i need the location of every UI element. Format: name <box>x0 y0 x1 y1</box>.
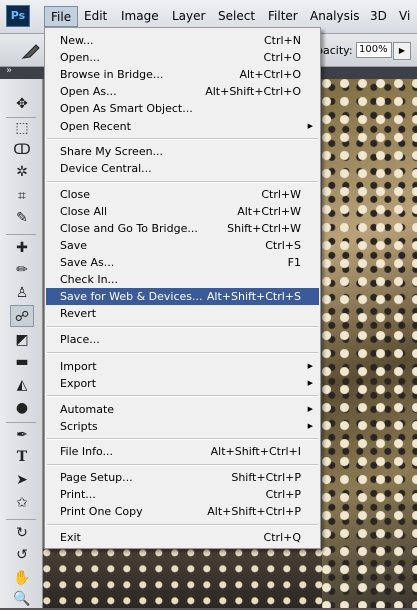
dodge-icon[interactable]: ● <box>10 397 34 419</box>
eraser-icon[interactable]: ◩ <box>10 329 34 351</box>
3d-orbit-icon[interactable]: ↺ <box>10 544 34 566</box>
document-image-lower <box>42 548 322 608</box>
magic-wand-icon[interactable]: ✲ <box>10 161 34 183</box>
clone-stamp-icon[interactable]: ♙ <box>10 282 34 304</box>
opacity-label: pacity: <box>316 44 353 57</box>
menu-separator <box>47 464 318 466</box>
menu-item-check-in[interactable]: Check In... <box>46 271 319 288</box>
type-icon[interactable]: T <box>10 446 34 468</box>
menu-item-file-info[interactable]: File Info... Alt+Shift+Ctrl+I <box>46 443 319 460</box>
submenu-arrow-icon: ▶ <box>307 422 313 430</box>
menu-item-print-one-copy[interactable]: Print One Copy Alt+Shift+Ctrl+P <box>46 503 319 520</box>
menu-item-open-as-smart-object[interactable]: Open As Smart Object... <box>46 100 319 117</box>
pen-icon[interactable]: ✒ <box>10 424 34 446</box>
menu-file[interactable]: File <box>44 6 79 27</box>
menu-item-open[interactable]: Open... Ctrl+O <box>46 49 319 66</box>
history-brush-icon[interactable]: ☍ <box>10 305 34 327</box>
shape-icon[interactable]: ✩ <box>10 492 34 514</box>
menu-separator <box>47 181 318 183</box>
menu-item-device-central[interactable]: Device Central... <box>46 160 319 177</box>
menu-separator <box>47 395 318 397</box>
move-icon[interactable]: ✥ <box>10 93 34 115</box>
healing-brush-icon[interactable]: ✚ <box>10 237 34 259</box>
submenu-arrow-icon: ▶ <box>307 405 313 413</box>
menu-item-close-and-go-to-bridge[interactable]: Close and Go To Bridge... Shift+Ctrl+W <box>46 220 319 237</box>
eyedropper-icon[interactable]: ✎ <box>10 207 34 229</box>
opacity-input[interactable]: 100% <box>356 42 392 58</box>
tools-panel: ✥ ⬚ ↀ ✲ ⌗ ✎ ✚ ✏ ♙ ☍ ◩ ▬ ◭ ● ✒ T ➤ ✩ ↻ ↺ … <box>0 79 43 608</box>
menu-item-import[interactable]: Import ▶ <box>46 358 319 375</box>
menu-separator <box>47 438 318 440</box>
menu-item-save-as[interactable]: Save As... F1 <box>46 254 319 271</box>
zoom-icon[interactable]: 🔍 <box>10 588 34 610</box>
submenu-arrow-icon: ▶ <box>307 122 313 130</box>
menu-item-page-setup[interactable]: Page Setup... Shift+Ctrl+P <box>46 469 319 486</box>
menu-item-close[interactable]: Close Ctrl+W <box>46 186 319 203</box>
expand-panel-icon[interactable]: » <box>6 65 12 76</box>
menu-item-browse-in-bridge[interactable]: Browse in Bridge... Alt+Ctrl+O <box>46 66 319 83</box>
history-brush-icon[interactable] <box>18 40 44 62</box>
tools-divider <box>6 234 36 235</box>
menu-item-revert[interactable]: Revert <box>46 305 319 322</box>
gradient-icon[interactable]: ▬ <box>10 351 34 373</box>
tools-divider <box>6 519 36 520</box>
menu-item-share-my-screen[interactable]: Share My Screen... <box>46 143 319 160</box>
menu-item-print[interactable]: Print... Ctrl+P <box>46 486 319 503</box>
submenu-arrow-icon: ▶ <box>307 362 313 370</box>
submenu-arrow-icon: ▶ <box>307 379 313 387</box>
menu-separator <box>47 138 318 140</box>
menu-layer[interactable]: Layer <box>166 6 211 27</box>
menu-3d[interactable]: 3D <box>364 6 393 27</box>
3d-rotate-icon[interactable]: ↻ <box>10 522 34 544</box>
menu-edit[interactable]: Edit <box>78 6 113 27</box>
menu-filter[interactable]: Filter <box>262 6 304 27</box>
menu-item-open-as[interactable]: Open As... Alt+Shift+Ctrl+O <box>46 83 319 100</box>
menu-item-export[interactable]: Export ▶ <box>46 375 319 392</box>
tools-divider <box>6 422 36 423</box>
crop-icon[interactable]: ⌗ <box>10 185 34 207</box>
menu-item-place[interactable]: Place... <box>46 331 319 348</box>
file-menu-dropdown: New... Ctrl+N Open... Ctrl+O Browse in Bri… <box>44 27 321 549</box>
path-selection-icon[interactable]: ➤ <box>10 469 34 491</box>
menu-item-new[interactable]: New... Ctrl+N <box>46 32 319 49</box>
photoshop-logo: Ps <box>6 5 30 27</box>
menu-item-automate[interactable]: Automate ▶ <box>46 401 319 418</box>
menu-item-save[interactable]: Save Ctrl+S <box>46 237 319 254</box>
blur-icon[interactable]: ◭ <box>10 374 34 396</box>
menu-analysis[interactable]: Analysis <box>304 6 365 27</box>
menu-item-close-all[interactable]: Close All Alt+Ctrl+W <box>46 203 319 220</box>
menu-item-save-for-web[interactable]: Save for Web & Devices... Alt+Shift+Ctrl+… <box>46 288 319 305</box>
menu-view[interactable]: Vi <box>393 6 416 27</box>
tools-panel-header[interactable]: » <box>0 65 42 79</box>
menu-separator <box>47 352 318 354</box>
brush-icon[interactable]: ✏ <box>10 259 34 281</box>
menu-item-open-recent[interactable]: Open Recent ▶ <box>46 118 319 135</box>
menu-separator <box>47 326 318 328</box>
document-image <box>322 79 417 608</box>
marquee-icon[interactable]: ⬚ <box>10 117 34 139</box>
menu-item-exit[interactable]: Exit Ctrl+Q <box>46 529 319 546</box>
menu-item-scripts[interactable]: Scripts ▶ <box>46 418 319 435</box>
menu-select[interactable]: Select <box>212 6 261 27</box>
menu-image[interactable]: Image <box>115 6 165 27</box>
menu-separator <box>47 524 318 526</box>
lasso-icon[interactable]: ↀ <box>10 139 34 161</box>
opacity-dropdown-icon[interactable]: ▶ <box>393 42 411 60</box>
hand-icon[interactable]: ✋ <box>10 567 34 589</box>
